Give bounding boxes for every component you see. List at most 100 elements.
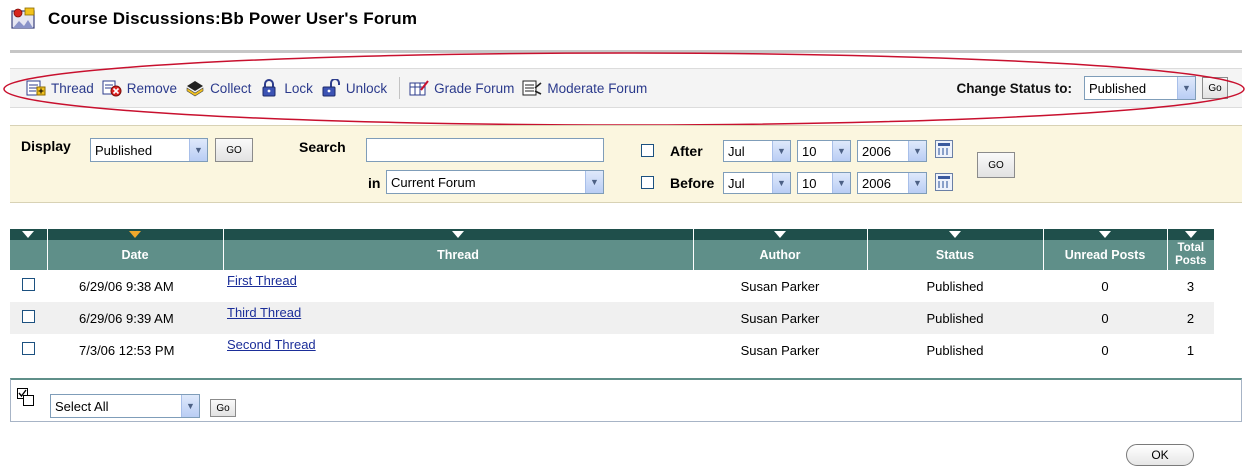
moderate-forum-icon: [522, 79, 542, 97]
row-author: Susan Parker: [740, 278, 820, 294]
date-go-button[interactable]: GO: [977, 152, 1015, 178]
threads-table: Date Thread Author Status Unread Posts T…: [10, 229, 1214, 366]
before-month-select[interactable]: Jul ▼: [723, 172, 791, 194]
total-posts-column-header[interactable]: Total Posts: [1167, 229, 1214, 270]
row-status: Published: [867, 302, 1043, 334]
thread-button[interactable]: Thread: [26, 79, 94, 97]
search-label: Search: [299, 139, 346, 155]
row-author: Susan Parker: [740, 342, 820, 358]
row-checkbox[interactable]: [22, 278, 35, 291]
display-label: Display: [21, 138, 71, 154]
chevron-down-icon[interactable]: ▼: [832, 173, 850, 193]
chevron-down-icon[interactable]: ▼: [181, 395, 199, 417]
bulk-select[interactable]: Select All ▼: [50, 394, 200, 418]
ok-button[interactable]: OK: [1126, 444, 1194, 466]
thread-icon: [26, 79, 46, 97]
search-scope-value: Current Forum: [391, 174, 476, 190]
collect-label: Collect: [210, 80, 252, 96]
sort-arrow-icon[interactable]: [223, 229, 693, 240]
chevron-down-icon[interactable]: ▼: [585, 171, 603, 193]
row-checkbox[interactable]: [22, 310, 35, 323]
row-checkbox[interactable]: [22, 342, 35, 355]
table-row: 6/29/06 9:39 AM Third Thread Susan Parke…: [10, 302, 1214, 334]
thread-column-header[interactable]: Thread: [223, 229, 694, 270]
calendar-icon[interactable]: [935, 173, 953, 191]
bulk-go-button[interactable]: Go: [210, 399, 236, 417]
sort-arrow-icon[interactable]: [867, 229, 1043, 240]
chevron-down-icon[interactable]: ▼: [189, 139, 207, 161]
row-unread-posts: 0: [1043, 302, 1167, 334]
bulk-action-bar: Select All ▼ Go: [10, 378, 1242, 422]
moderate-forum-button[interactable]: Moderate Forum: [522, 79, 647, 97]
after-year-value: 2006: [862, 143, 891, 159]
after-checkbox[interactable]: [641, 144, 654, 157]
table-row: 6/29/06 9:38 AM First Thread Susan Parke…: [10, 270, 1214, 302]
chevron-down-icon[interactable]: ▼: [772, 141, 790, 161]
row-date: 6/29/06 9:39 AM: [47, 302, 223, 334]
forum-icon: [10, 7, 36, 31]
after-day-select[interactable]: 10 ▼: [797, 140, 851, 162]
display-select[interactable]: Published ▼: [90, 138, 208, 162]
author-column-header[interactable]: Author: [693, 229, 868, 270]
before-year-select[interactable]: 2006 ▼: [857, 172, 927, 194]
search-scope-select[interactable]: Current Forum ▼: [386, 170, 604, 194]
status-go-button[interactable]: Go: [1202, 77, 1228, 99]
before-day-value: 10: [802, 175, 817, 191]
sort-arrow-icon[interactable]: [693, 229, 867, 240]
row-date: 7/3/06 12:53 PM: [79, 342, 175, 358]
display-select-value: Published: [95, 142, 153, 158]
chevron-down-icon[interactable]: ▼: [908, 141, 926, 161]
chevron-down-icon[interactable]: ▼: [908, 173, 926, 193]
search-input[interactable]: [366, 138, 604, 162]
thread-label: Thread: [51, 80, 94, 96]
before-checkbox[interactable]: [641, 176, 654, 189]
row-author: Susan Parker: [693, 302, 867, 334]
display-go-button[interactable]: GO: [215, 138, 253, 162]
row-total-posts: 1: [1186, 342, 1195, 358]
unlock-icon: [321, 78, 341, 97]
chevron-down-icon[interactable]: ▼: [1177, 77, 1195, 99]
unlock-label: Unlock: [345, 80, 388, 96]
status-select[interactable]: Published ▼: [1084, 76, 1196, 100]
after-month-select[interactable]: Jul ▼: [723, 140, 791, 162]
title-divider: [10, 50, 1242, 53]
unlock-button[interactable]: Unlock: [321, 78, 388, 97]
row-date: 6/29/06 9:38 AM: [79, 278, 174, 294]
in-label: in: [368, 175, 381, 191]
lock-icon: [259, 79, 279, 97]
thread-link[interactable]: Third Thread: [227, 305, 301, 320]
sort-arrow-icon[interactable]: [1043, 229, 1167, 240]
before-month-value: Jul: [728, 175, 745, 191]
toolbar-divider: [399, 77, 401, 99]
remove-button[interactable]: Remove: [102, 79, 177, 97]
chevron-down-icon[interactable]: ▼: [832, 141, 850, 161]
chevron-down-icon[interactable]: ▼: [772, 173, 790, 193]
thread-link[interactable]: First Thread: [227, 273, 297, 288]
date-column-header[interactable]: Date: [47, 229, 224, 270]
moderate-forum-label: Moderate Forum: [547, 80, 648, 96]
page-title: Course Discussions:Bb Power User's Forum: [48, 9, 418, 28]
thread-link[interactable]: Second Thread: [227, 337, 316, 352]
page-header: Course Discussions:Bb Power User's Forum: [10, 4, 417, 34]
grade-forum-icon: [409, 79, 429, 97]
row-total-posts: 3: [1186, 278, 1195, 294]
status-column-header[interactable]: Status: [867, 229, 1044, 270]
table-header-row: Date Thread Author Status Unread Posts T…: [10, 229, 1214, 270]
row-status: Published: [926, 278, 984, 294]
after-year-select[interactable]: 2006 ▼: [857, 140, 927, 162]
remove-icon: [102, 79, 122, 97]
unread-posts-column-header[interactable]: Unread Posts: [1043, 229, 1168, 270]
before-label: Before: [670, 175, 715, 191]
grade-forum-label: Grade Forum: [434, 80, 515, 96]
calendar-icon[interactable]: [935, 140, 953, 158]
sort-arrow-icon[interactable]: [47, 229, 223, 240]
grade-forum-button[interactable]: Grade Forum: [409, 79, 514, 97]
collect-button[interactable]: Collect: [185, 79, 251, 97]
after-label: After: [670, 143, 703, 159]
sort-arrow-icon[interactable]: [1167, 229, 1214, 240]
before-day-select[interactable]: 10 ▼: [797, 172, 851, 194]
remove-label: Remove: [126, 80, 178, 96]
row-total-posts: 2: [1167, 302, 1214, 334]
lock-button[interactable]: Lock: [259, 79, 313, 97]
row-status: Published: [926, 342, 984, 358]
